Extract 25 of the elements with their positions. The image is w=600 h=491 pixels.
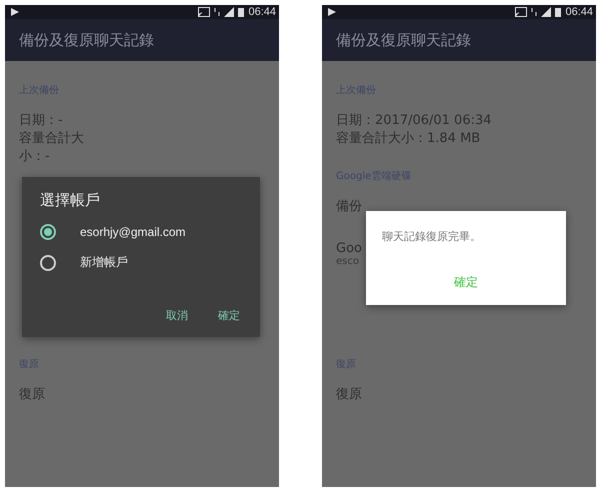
battery-icon	[238, 7, 244, 17]
item-text: 容量合計大小：1.84 MB	[336, 130, 480, 147]
signal-icon	[224, 7, 234, 17]
screen-title: 備份及復原聊天記錄	[19, 30, 154, 50]
item-text: 備份	[336, 198, 362, 215]
radio-button[interactable]	[40, 254, 56, 270]
item-text: Goo	[336, 241, 362, 256]
cast-icon	[198, 7, 210, 17]
option-label[interactable]: esorhjy@gmail.com	[80, 225, 186, 239]
item-text: 日期：2017/06/01 06:34	[336, 112, 492, 129]
dialog-title: 選擇帳戶	[40, 191, 100, 210]
screen-title: 備份及復原聊天記錄	[336, 30, 471, 50]
dialog-button[interactable]: 確定	[216, 304, 242, 327]
item-text: 容量合計大	[19, 130, 84, 147]
clock-time: 06:44	[565, 6, 593, 18]
battery-icon	[555, 7, 562, 17]
cast-icon	[515, 7, 528, 17]
signal-icon	[541, 7, 552, 17]
dialog-button[interactable]: 取消	[164, 304, 190, 327]
dialog-message: 聊天記錄復原完畢。	[382, 229, 481, 244]
radio-button[interactable]	[40, 224, 56, 240]
clock-time: 06:44	[248, 6, 276, 18]
item-text: 小：-	[19, 148, 50, 165]
item-text: 日期：-	[19, 112, 63, 129]
option-label[interactable]: 新增帳戶	[80, 254, 128, 271]
